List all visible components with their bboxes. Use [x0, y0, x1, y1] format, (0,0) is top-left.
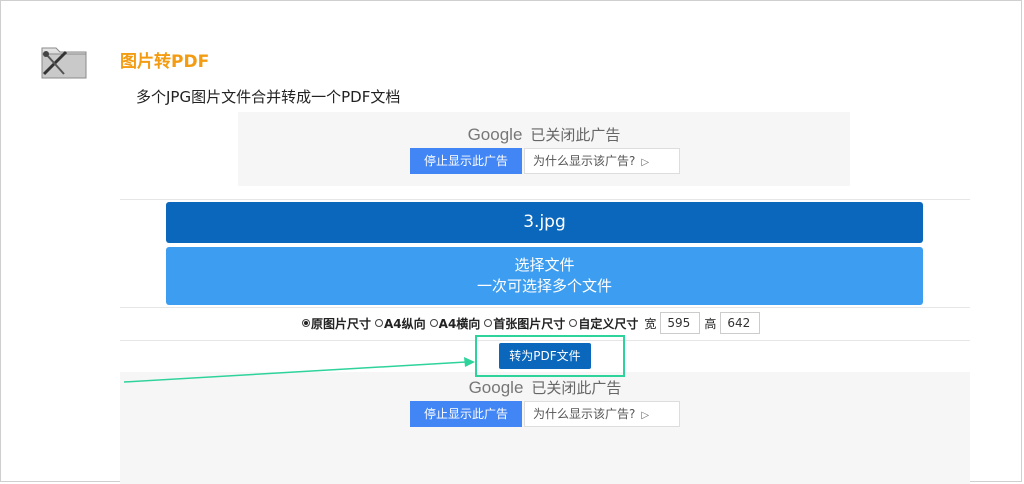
- ad-closed-text: 已关闭此广告: [531, 379, 622, 397]
- size-option-custom[interactable]: 自定义尺寸: [569, 315, 638, 332]
- ad-slot-top: Google 已关闭此广告 停止显示此广告 为什么显示该广告? ▷: [238, 112, 850, 186]
- size-option-first-image[interactable]: 首张图片尺寸: [484, 315, 565, 332]
- divider: [120, 199, 970, 200]
- height-label: 高: [704, 316, 717, 331]
- why-ad-label: 为什么显示该广告?: [533, 407, 636, 421]
- width-label: 宽: [644, 316, 657, 331]
- convert-highlight-box: 转为PDF文件: [475, 335, 625, 377]
- choose-file-button[interactable]: 选择文件 一次可选择多个文件: [166, 247, 923, 305]
- tools-icon: [41, 47, 87, 79]
- choose-file-hint: 一次可选择多个文件: [476, 277, 612, 295]
- radio[interactable]: [429, 319, 438, 327]
- radio[interactable]: [375, 319, 384, 327]
- stop-ad-button[interactable]: 停止显示此广告: [410, 401, 522, 427]
- size-option-original[interactable]: 原图片尺寸: [302, 315, 371, 332]
- stop-ad-button[interactable]: 停止显示此广告: [410, 148, 522, 174]
- page-subtitle: 多个JPG图片文件合并转成一个PDF文档: [136, 88, 401, 106]
- size-options: 原图片尺寸 A4纵向 A4横向 首张图片尺寸 自定义尺寸 宽 595 高 642: [302, 311, 761, 335]
- radio-checked[interactable]: [302, 319, 310, 327]
- radio[interactable]: [569, 319, 578, 327]
- annotation-arrow: [123, 357, 475, 383]
- page-title: 图片转PDF: [120, 52, 210, 72]
- why-ad-button[interactable]: 为什么显示该广告? ▷: [524, 401, 680, 427]
- why-ad-button[interactable]: 为什么显示该广告? ▷: [524, 148, 680, 174]
- size-option-a4-landscape[interactable]: A4横向: [429, 315, 480, 332]
- ad-closed-text: 已关闭此广告: [530, 126, 621, 144]
- divider: [120, 307, 970, 308]
- width-input[interactable]: 595: [660, 312, 701, 334]
- radio[interactable]: [484, 319, 493, 327]
- choose-file-label: 选择文件: [514, 256, 575, 274]
- play-icon: ▷: [641, 157, 650, 168]
- selected-file-bar: 3.jpg: [166, 202, 923, 243]
- size-option-a4-portrait[interactable]: A4纵向: [375, 315, 426, 332]
- google-logo: Google: [467, 125, 523, 144]
- why-ad-label: 为什么显示该广告?: [533, 154, 636, 168]
- ad-closed-header: Google 已关闭此广告: [238, 124, 850, 145]
- play-icon: ▷: [641, 410, 650, 421]
- height-input[interactable]: 642: [720, 312, 761, 334]
- convert-to-pdf-button[interactable]: 转为PDF文件: [499, 343, 591, 369]
- ad-actions: 停止显示此广告 为什么显示该广告? ▷: [410, 148, 680, 174]
- ad-actions: 停止显示此广告 为什么显示该广告? ▷: [410, 401, 680, 427]
